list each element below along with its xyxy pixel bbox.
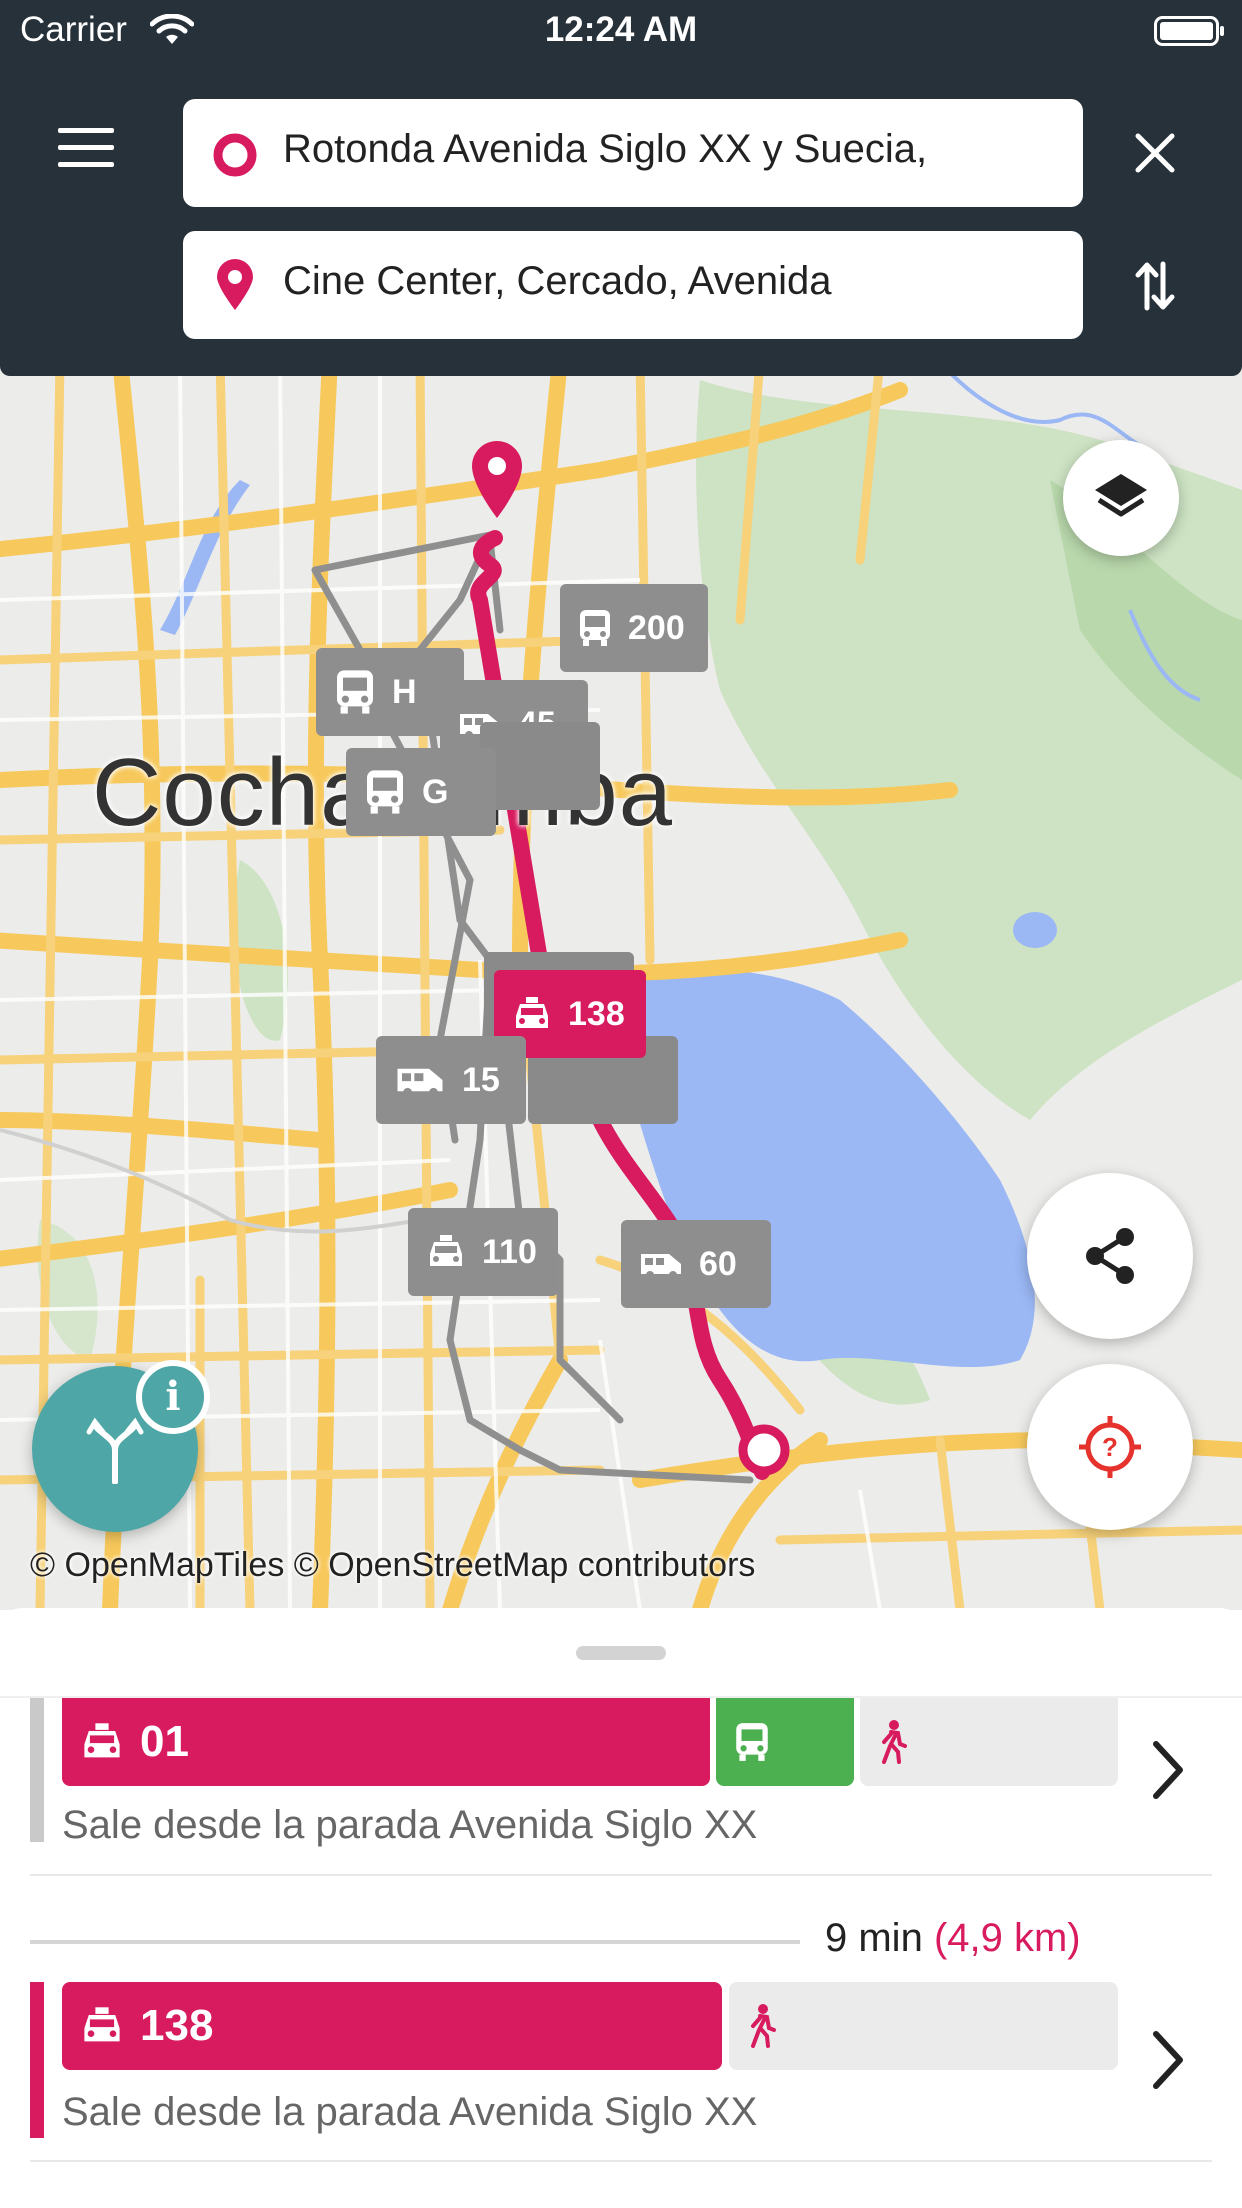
route-badge-label: 138 (568, 994, 625, 1033)
segment-taxi: 138 (62, 1982, 722, 2070)
menu-icon[interactable] (58, 128, 114, 168)
taxi-icon (84, 1723, 120, 1758)
status-bar: Carrier 12:24 AM (0, 0, 1242, 60)
van-icon (641, 1254, 681, 1279)
origin-field[interactable]: Rotonda Avenida Siglo XX y Suecia, (183, 99, 1083, 207)
distance-value: (4,9 km) (933, 1916, 1081, 1960)
taxi-icon (516, 997, 548, 1028)
bus-icon (736, 1723, 768, 1761)
layers-icon (1095, 474, 1147, 517)
duration-value: 9 min (825, 1916, 923, 1960)
option-indicator (30, 1982, 44, 2138)
clock: 12:24 AM (544, 10, 698, 49)
route-badge-label: 60 (699, 1244, 737, 1283)
segment-taxi: 01 (62, 1698, 710, 1786)
location-target-icon: ? (1079, 1416, 1141, 1478)
route-badge-label: G (422, 772, 449, 811)
info-icon[interactable]: i (136, 1360, 210, 1434)
battery-icon (1154, 16, 1224, 46)
chevron-right-icon[interactable] (1150, 1740, 1186, 1800)
layers-button[interactable] (1063, 440, 1179, 556)
swap-icon[interactable] (1135, 260, 1175, 312)
segment-bus (716, 1698, 854, 1786)
route-badge-label: 15 (462, 1060, 500, 1099)
taxi-icon (430, 1235, 462, 1266)
segment-label: 138 (140, 2001, 214, 2050)
route-description: Sale desde la parada Avenida Siglo XX (62, 1803, 758, 1847)
destination-value[interactable]: Cine Center, Cercado, Avenida (283, 259, 1063, 304)
route-badge-60[interactable]: 60 (621, 1220, 771, 1308)
route-badge-label: H (392, 672, 417, 711)
divider-line (30, 1940, 800, 1944)
route-badge-label: 200 (628, 608, 685, 647)
origin-circle-icon (213, 133, 257, 177)
fork-arrows-icon (86, 1417, 144, 1484)
results-sheet: 01 Sale desde la parada Avenida Siglo XX… (0, 1608, 1242, 2208)
chevron-right-icon[interactable] (1150, 2030, 1186, 2090)
map-attribution[interactable]: © OpenMapTiles © OpenStreetMap contribut… (30, 1546, 755, 1585)
separator (30, 1874, 1212, 1876)
route-option-1[interactable]: 01 Sale desde la parada Avenida Siglo XX (0, 1698, 1242, 1884)
svg-text:?: ? (1102, 1432, 1118, 1462)
route-badge-g[interactable]: G (346, 748, 496, 836)
route-badge-110[interactable]: 110 (408, 1208, 558, 1296)
segment-walk (860, 1698, 1118, 1786)
option-indicator (30, 1698, 44, 1842)
close-icon[interactable] (1130, 128, 1180, 178)
origin-value[interactable]: Rotonda Avenida Siglo XX y Suecia, (283, 127, 1063, 172)
sheet-grabber[interactable] (576, 1646, 666, 1660)
route-badge-hidden (480, 722, 600, 810)
route-badge-15[interactable]: 15 (376, 1036, 526, 1124)
share-icon (1086, 1228, 1134, 1284)
bus-icon (580, 610, 610, 646)
destination-field[interactable]: Cine Center, Cercado, Avenida (183, 231, 1083, 339)
segment-walk (729, 1982, 1118, 2070)
separator (30, 2160, 1212, 2162)
map-view[interactable]: Cochabamba 200 H 45 G 138 15 110 60 (0, 360, 1242, 1610)
walk-icon (882, 1720, 907, 1764)
locate-button[interactable]: ? (1027, 1364, 1193, 1530)
van-icon (397, 1068, 443, 1097)
bus-icon (367, 770, 403, 814)
search-header: Carrier 12:24 AM Rotonda Avenida Siglo X… (0, 0, 1242, 376)
route-description: Sale desde la parada Avenida Siglo XX (62, 2090, 758, 2134)
route-badge-200[interactable]: 200 (560, 584, 708, 672)
share-button[interactable] (1027, 1173, 1193, 1339)
route-option-2[interactable]: 9 min (4,9 km) 138 Sale desde la parada … (0, 1910, 1242, 2170)
taxi-icon (84, 2007, 120, 2042)
destination-pin-icon (217, 259, 253, 310)
route-duration: 9 min (4,9 km) (825, 1916, 1081, 1961)
route-badge-label: 110 (482, 1232, 537, 1271)
segment-label: 01 (140, 1717, 189, 1766)
bus-icon (337, 670, 373, 714)
walk-icon (751, 2004, 776, 2048)
